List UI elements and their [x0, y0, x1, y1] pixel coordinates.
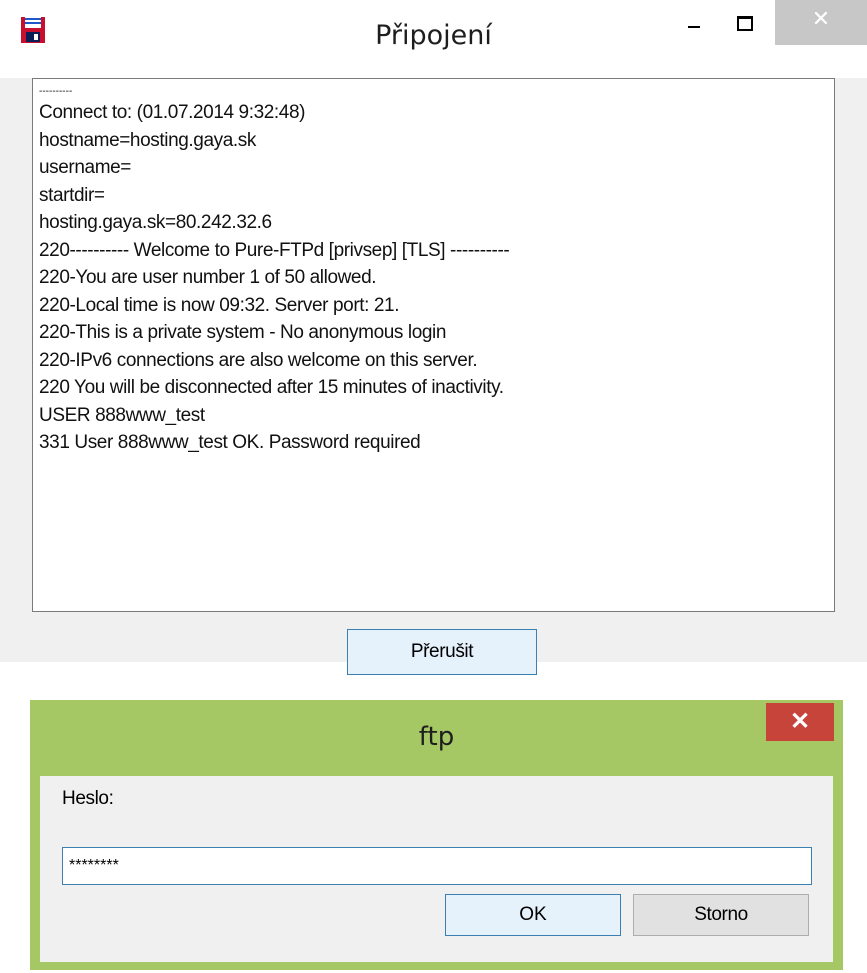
- log-line: ----------: [39, 86, 73, 97]
- ok-button[interactable]: OK: [445, 894, 621, 936]
- log-line: 220-This is a private system - No anonym…: [39, 322, 447, 343]
- log-line: USER 888www_test: [39, 404, 205, 426]
- dialog-body: Heslo: OK Storno: [40, 776, 833, 962]
- dialog-title: ftp: [418, 722, 455, 752]
- log-line: 220-You are user number 1 of 50 allowed.: [39, 267, 377, 288]
- password-label: Heslo:: [62, 788, 114, 809]
- password-field[interactable]: [62, 847, 812, 885]
- connect-window: Připojení ✕ ---------- Connect to: (01.0…: [0, 0, 867, 675]
- log-line: 220---------- Welcome to Pure-FTPd [priv…: [39, 239, 510, 261]
- dialog-close-button[interactable]: ✕: [766, 703, 834, 741]
- close-button[interactable]: ✕: [775, 0, 867, 45]
- connection-log[interactable]: ---------- Connect to: (01.07.2014 9:32:…: [32, 78, 835, 612]
- log-line: 331 User 888www_test OK. Password requir…: [39, 432, 421, 453]
- password-dialog: ftp ✕ Heslo: OK Storno: [30, 700, 843, 970]
- minimize-button[interactable]: [672, 0, 716, 45]
- log-line: hostname=hosting.gaya.sk: [39, 129, 256, 151]
- close-icon: ✕: [789, 708, 811, 735]
- log-line: username=: [39, 157, 131, 178]
- connect-window-titlebar[interactable]: Připojení ✕: [0, 0, 867, 78]
- cancel-button[interactable]: Storno: [633, 894, 809, 936]
- minimize-icon: [688, 26, 700, 28]
- log-line: 220-Local time is now 09:32. Server port…: [39, 294, 400, 316]
- close-icon: ✕: [811, 6, 831, 31]
- maximize-icon: [737, 16, 753, 31]
- log-line: Connect to: (01.07.2014 9:32:48): [39, 102, 306, 123]
- log-line: hosting.gaya.sk=80.242.32.6: [39, 212, 272, 233]
- abort-button[interactable]: Přerušit: [347, 629, 537, 675]
- log-line: 220-IPv6 connections are also welcome on…: [39, 349, 478, 371]
- log-line: startdir=: [39, 184, 105, 206]
- log-line: 220 You will be disconnected after 15 mi…: [39, 377, 504, 398]
- maximize-button[interactable]: [722, 0, 766, 45]
